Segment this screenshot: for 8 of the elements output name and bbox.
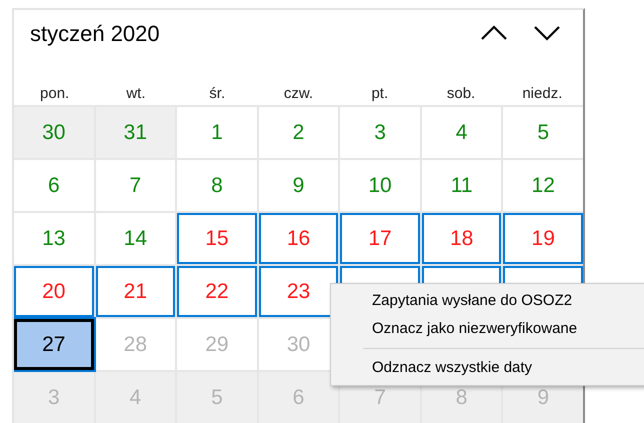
month-title: styczeń 2020 bbox=[30, 20, 161, 48]
weekday-label: czw. bbox=[282, 84, 314, 104]
weekday-label: pt. bbox=[370, 84, 390, 104]
weekday-label: wt. bbox=[125, 84, 146, 104]
weekday-label: śr. bbox=[208, 84, 226, 104]
weekday-label: sob. bbox=[446, 84, 476, 104]
weekday-label: pon. bbox=[39, 84, 70, 104]
weekday-label: niedz. bbox=[521, 84, 564, 104]
